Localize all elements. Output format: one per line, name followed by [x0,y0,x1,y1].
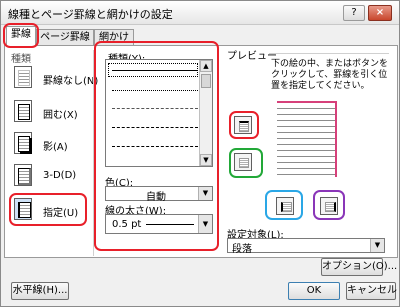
shadow-border-icon [18,136,30,152]
apply-to-value: 段落 [232,244,252,255]
setting-box-button[interactable] [14,100,32,122]
highlight-frame [229,111,259,139]
highlight-frame [265,190,303,220]
preview-divider [269,53,389,54]
highlight-frame [3,23,39,48]
dialog-title: 線種とページ罫線と網かけの設定 [8,8,173,21]
ok-button[interactable]: OK [288,282,340,300]
close-button[interactable]: × [368,5,392,21]
highlight-frame [9,193,87,226]
chevron-down-icon[interactable]: ▼ [370,239,384,252]
setting-none-label: 罫線なし(N) [43,76,99,87]
title-bar[interactable]: 線種とページ罫線と網かけの設定 ? × [1,1,399,25]
preview-label: プレビュー [227,51,277,62]
setting-box-label: 囲む(X) [43,110,78,121]
setting-none-button[interactable] [14,66,32,88]
3d-border-icon [18,168,31,185]
highlight-frame [94,41,219,251]
preview-area[interactable] [277,101,337,177]
setting-3d-button[interactable] [14,164,32,186]
horizontal-line-button[interactable]: 水平線(H)... [11,282,69,300]
setting-group-label: 種類 [11,54,31,65]
options-button[interactable]: オプション(O)... [321,258,397,276]
box-border-icon [18,104,30,120]
no-border-icon [18,70,30,86]
apply-to-select[interactable]: 段落 ▼ [227,238,385,255]
tab-page-border[interactable]: ページ罫線 [36,29,94,45]
setting-3d-label: 3-D(D) [43,170,77,181]
setting-shadow-button[interactable] [14,132,32,154]
help-button[interactable]: ? [343,5,365,21]
highlight-frame [229,148,263,178]
borders-and-shading-dialog: 線種とページ罫線と網かけの設定 ? × 罫線 ページ罫線 網かけ 種類 罫線なし… [0,0,400,307]
setting-shadow-label: 影(A) [43,142,68,153]
highlight-frame [313,190,345,220]
preview-hint: 下の絵の中、またはボタンを クリックして、罫線を引く位 置を指定してください。 [271,59,389,91]
cancel-button[interactable]: キャンセル [346,282,397,300]
